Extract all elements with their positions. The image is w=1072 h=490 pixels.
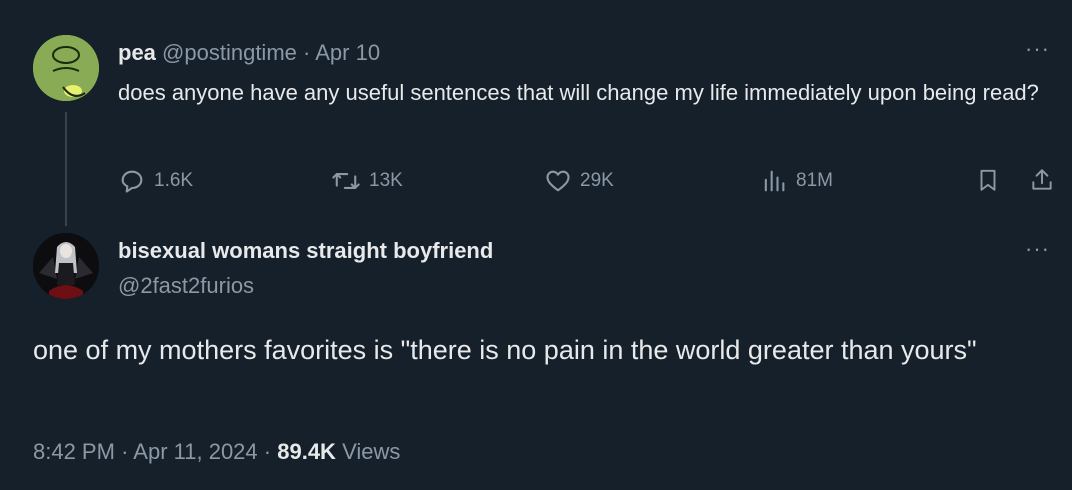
reply-author-handle[interactable]: @2fast2furios [118,271,254,301]
bookmark-icon [980,169,996,191]
author-handle[interactable]: @postingtime [162,40,297,65]
reply-button[interactable]: 1.6K [118,166,193,196]
meta-separator: · [121,439,129,464]
retweet-icon [332,173,360,189]
like-icon [546,170,570,192]
views-button[interactable]: 81M [760,166,833,196]
retweet-button[interactable]: 13K [331,166,403,196]
avatar[interactable] [33,233,99,299]
more-options-icon[interactable]: ··· [1025,36,1050,62]
avatar-image [33,233,99,299]
views-icon [764,170,785,192]
tweet-time[interactable]: 8:42 PM [33,439,115,464]
tweet-metadata: 8:42 PM · Apr 11, 2024 · 89.4K Views [33,437,400,467]
share-icon [1032,169,1052,190]
reply-author-name[interactable]: bisexual womans straight boyfriend [118,236,493,266]
meta-separator: · [263,439,272,464]
reply-text: one of my mothers favorites is "there is… [33,335,977,365]
tweet-full-date[interactable]: Apr 11, 2024 [133,439,257,464]
share-button[interactable] [1028,166,1056,194]
avatar-image [33,35,99,101]
reply-more-options-icon[interactable]: ··· [1025,236,1050,262]
reply-views-count[interactable]: 89.4K [277,439,336,464]
avatar[interactable] [33,35,99,101]
reply-views-label: Views [342,439,401,464]
bookmark-button[interactable] [974,166,1002,194]
reply-count: 1.6K [154,170,194,191]
author-name[interactable]: pea [118,40,156,65]
thread-line [65,112,67,226]
header-separator: · [303,40,311,65]
tweet-date[interactable]: Apr 10 [315,40,380,65]
tweet-header: pea @postingtime · Apr 10 [118,38,380,68]
retweet-count: 13K [369,170,403,191]
tweet-text: does anyone have any useful sentences th… [118,80,1039,105]
views-count: 81M [796,170,833,191]
like-button[interactable]: 29K [544,166,614,196]
like-count: 29K [580,170,614,191]
reply-icon [121,170,143,193]
